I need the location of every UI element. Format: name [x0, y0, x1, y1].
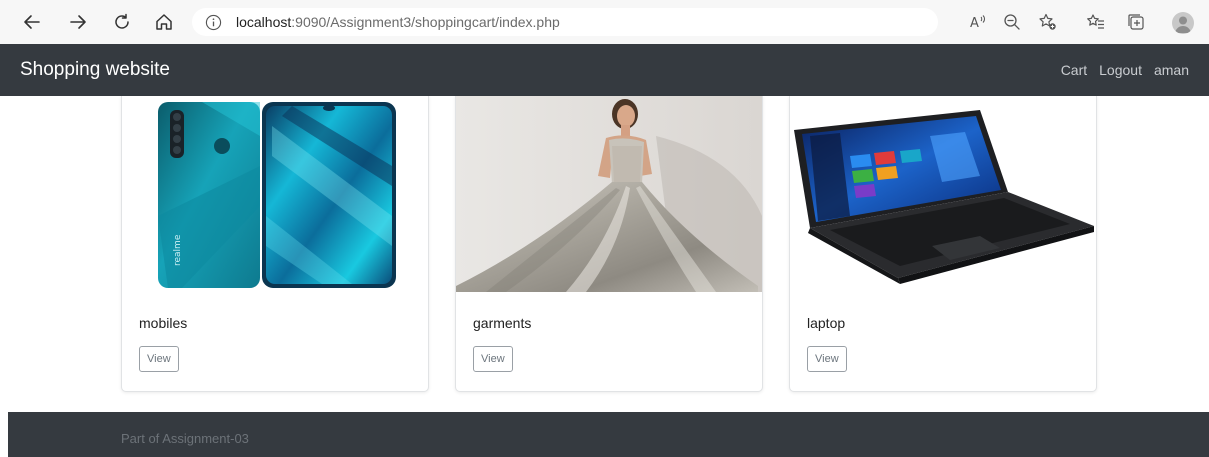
url-text[interactable]: localhost:9090/Assignment3/shoppingcart/… — [236, 14, 560, 30]
nav-link-logout[interactable]: Logout — [1099, 62, 1142, 78]
home-icon[interactable] — [152, 10, 176, 34]
view-button[interactable]: View — [807, 346, 847, 372]
read-aloud-icon[interactable]: A — [966, 10, 990, 34]
product-card-garments: garments View — [455, 96, 763, 392]
site-info-icon[interactable] — [204, 13, 222, 31]
product-image-garments — [456, 96, 762, 292]
svg-text:realme: realme — [173, 234, 183, 266]
brand-link[interactable]: Shopping website — [20, 59, 170, 81]
footer-text: Part of Assignment-03 — [121, 431, 249, 446]
address-bar[interactable]: localhost:9090/Assignment3/shoppingcart/… — [192, 8, 938, 36]
browser-toolbar: localhost:9090/Assignment3/shoppingcart/… — [0, 0, 1209, 44]
site-footer: Part of Assignment-03 — [8, 412, 1209, 457]
site-navbar: Shopping website Cart Logout aman — [0, 44, 1209, 96]
url-host: localhost — [236, 14, 292, 30]
refresh-icon[interactable] — [110, 10, 134, 34]
collections-icon[interactable] — [1124, 10, 1148, 34]
favorites-icon[interactable] — [1084, 10, 1108, 34]
product-card-mobiles: realme mobiles View — [121, 96, 429, 392]
view-button[interactable]: View — [473, 346, 513, 372]
profile-avatar-icon[interactable] — [1172, 12, 1194, 34]
url-path: :9090/Assignment3/shoppingcart/index.php — [291, 14, 560, 30]
product-card-laptop: laptop View — [789, 96, 1097, 392]
product-title: laptop — [807, 315, 846, 331]
view-button[interactable]: View — [139, 346, 179, 372]
product-title: mobiles — [139, 315, 188, 331]
nav-links: Cart Logout aman — [1061, 62, 1189, 78]
back-arrow-icon[interactable] — [20, 10, 44, 34]
nav-link-cart[interactable]: Cart — [1061, 62, 1087, 78]
svg-text:A: A — [970, 16, 979, 31]
product-image-laptop — [790, 96, 1096, 292]
add-favorite-icon[interactable] — [1036, 10, 1060, 34]
zoom-out-icon[interactable] — [1000, 10, 1024, 34]
forward-arrow-icon[interactable] — [66, 10, 90, 34]
product-title: garments — [473, 315, 532, 331]
nav-link-user[interactable]: aman — [1154, 62, 1189, 78]
product-image-mobiles: realme — [122, 96, 428, 292]
